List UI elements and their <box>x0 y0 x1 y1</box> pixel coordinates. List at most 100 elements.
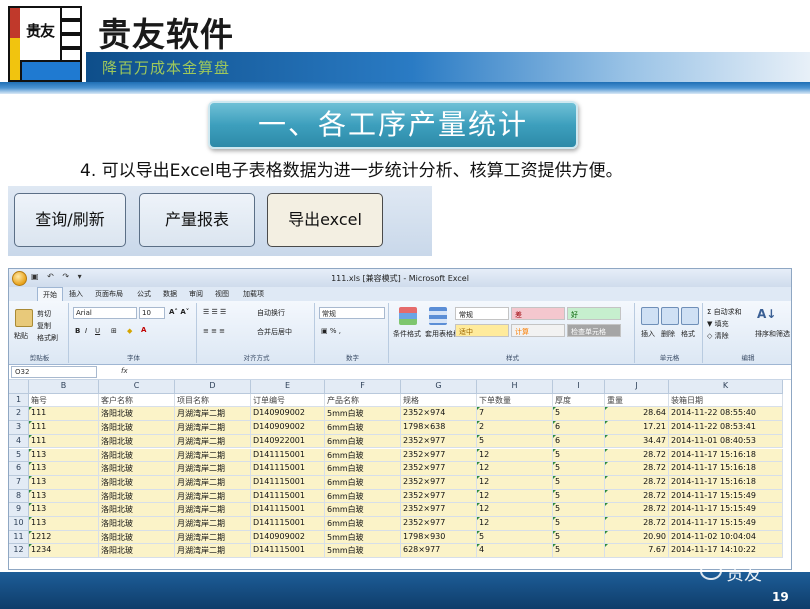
table-cell[interactable]: 2014-11-01 08:40:53 <box>669 434 783 449</box>
sort-filter-button[interactable]: 排序和筛选 <box>755 329 790 339</box>
table-cell[interactable]: 2014-11-22 08:55:40 <box>669 407 783 422</box>
table-cell[interactable]: 113 <box>29 517 99 531</box>
table-cell[interactable]: 5 <box>477 434 553 449</box>
table-cell[interactable]: 洛阳北玻 <box>99 421 175 435</box>
row-number[interactable]: 3 <box>9 421 29 435</box>
table-cell[interactable]: 111 <box>29 407 99 422</box>
table-cell[interactable]: D141115001 <box>251 462 325 476</box>
field-name-cell[interactable]: 下单数量 <box>477 393 553 408</box>
border-icon[interactable]: ⊞ <box>111 327 117 335</box>
table-cell[interactable]: 1234 <box>29 544 99 559</box>
table-cell[interactable]: 6mm白玻 <box>325 448 401 463</box>
table-cell[interactable]: D140922001 <box>251 434 325 449</box>
table-cell[interactable]: 月湖湾岸二期 <box>175 475 251 490</box>
table-cell[interactable]: 28.72 <box>605 517 669 531</box>
table-cell[interactable]: 12 <box>477 489 553 504</box>
cut-button[interactable]: 剪切 <box>37 309 51 319</box>
field-name-cell[interactable]: 项目名称 <box>175 393 251 408</box>
table-cell[interactable]: 5 <box>477 530 553 545</box>
table-cell[interactable]: 5 <box>553 489 605 504</box>
table-cell[interactable]: 28.72 <box>605 489 669 504</box>
table-cell[interactable]: 月湖湾岸二期 <box>175 544 251 559</box>
column-header[interactable]: G <box>401 380 477 394</box>
merge-center-button[interactable]: 合并后居中 <box>257 327 292 337</box>
table-cell[interactable]: D141115001 <box>251 475 325 490</box>
row-number[interactable]: 1 <box>9 393 29 408</box>
table-cell[interactable]: D141115001 <box>251 489 325 504</box>
row-number[interactable]: 4 <box>9 434 29 449</box>
fill-color-icon[interactable]: ◆ <box>127 327 132 335</box>
table-cell[interactable]: 2014-11-17 15:15:49 <box>669 489 783 504</box>
table-cell[interactable]: 5 <box>553 462 605 476</box>
align-left-icon[interactable]: ≡ ≡ ≡ <box>203 327 225 335</box>
table-cell[interactable]: 5 <box>553 475 605 490</box>
table-cell[interactable]: 月湖湾岸二期 <box>175 462 251 476</box>
table-cell[interactable]: 113 <box>29 475 99 490</box>
table-cell[interactable]: 2352×974 <box>401 407 477 422</box>
number-format-select[interactable]: 常规 <box>319 307 385 319</box>
table-cell[interactable]: 2014-11-17 15:15:49 <box>669 503 783 517</box>
table-cell[interactable]: 2014-11-17 15:16:18 <box>669 462 783 476</box>
table-cell[interactable]: 20.90 <box>605 530 669 545</box>
table-cell[interactable]: 月湖湾岸二期 <box>175 517 251 531</box>
bold-button[interactable]: B <box>75 327 80 335</box>
table-cell[interactable]: 628×977 <box>401 544 477 559</box>
table-cell[interactable]: 6mm白玻 <box>325 489 401 504</box>
tab-page-layout[interactable]: 页面布局 <box>95 289 123 299</box>
tab-addins[interactable]: 加载项 <box>243 289 264 299</box>
table-cell[interactable]: 月湖湾岸二期 <box>175 421 251 435</box>
table-cell[interactable]: 洛阳北玻 <box>99 475 175 490</box>
insert-cells-icon[interactable] <box>641 307 659 325</box>
row-number[interactable]: 2 <box>9 407 29 422</box>
table-cell[interactable]: 2352×977 <box>401 462 477 476</box>
table-cell[interactable]: 28.72 <box>605 503 669 517</box>
field-name-cell[interactable]: 厚度 <box>553 393 605 408</box>
table-cell[interactable]: 洛阳北玻 <box>99 448 175 463</box>
field-name-cell[interactable]: 箱号 <box>29 393 99 408</box>
column-header[interactable]: C <box>99 380 175 394</box>
format-cells-button[interactable]: 格式 <box>681 329 695 339</box>
tab-home[interactable]: 开始 <box>37 287 63 301</box>
underline-button[interactable]: U <box>95 327 100 335</box>
table-cell[interactable]: 月湖湾岸二期 <box>175 448 251 463</box>
select-all-corner[interactable] <box>9 380 29 394</box>
production-report-button[interactable]: 产量报表 <box>139 193 255 247</box>
name-box[interactable]: O32 <box>11 366 97 378</box>
fx-icon[interactable]: fx <box>121 367 128 375</box>
table-cell[interactable]: 12 <box>477 448 553 463</box>
table-cell[interactable]: 2014-11-17 15:16:18 <box>669 475 783 490</box>
column-header[interactable]: B <box>29 380 99 394</box>
tab-data[interactable]: 数据 <box>163 289 177 299</box>
table-cell[interactable]: 12 <box>477 517 553 531</box>
table-cell[interactable]: 113 <box>29 503 99 517</box>
autosum-button[interactable]: Σ 自动求和 <box>707 307 742 317</box>
conditional-format-button[interactable]: 条件格式 <box>393 329 421 339</box>
tab-formulas[interactable]: 公式 <box>137 289 151 299</box>
table-cell[interactable]: D140909002 <box>251 530 325 545</box>
format-cells-icon[interactable] <box>681 307 699 325</box>
table-cell[interactable]: 5 <box>553 503 605 517</box>
field-name-cell[interactable]: 重量 <box>605 393 669 408</box>
table-cell[interactable]: 6mm白玻 <box>325 462 401 476</box>
italic-button[interactable]: I <box>85 327 87 335</box>
field-name-cell[interactable]: 装箱日期 <box>669 393 783 408</box>
table-cell[interactable]: 6 <box>553 421 605 435</box>
table-cell[interactable]: 洛阳北玻 <box>99 489 175 504</box>
query-refresh-button[interactable]: 查询/刷新 <box>14 193 126 247</box>
table-cell[interactable]: 洛阳北玻 <box>99 530 175 545</box>
table-cell[interactable]: 2014-11-17 14:10:22 <box>669 544 783 559</box>
table-cell[interactable]: 12 <box>477 503 553 517</box>
column-header[interactable]: I <box>553 380 605 394</box>
table-cell[interactable]: 6mm白玻 <box>325 517 401 531</box>
row-number[interactable]: 6 <box>9 462 29 476</box>
export-excel-button[interactable]: 导出excel <box>267 193 383 247</box>
table-cell[interactable]: 2 <box>477 421 553 435</box>
table-cell[interactable]: 12 <box>477 475 553 490</box>
table-cell[interactable]: 4 <box>477 544 553 559</box>
table-cell[interactable]: 2014-11-17 15:16:18 <box>669 448 783 463</box>
table-cell[interactable]: 洛阳北玻 <box>99 462 175 476</box>
copy-button[interactable]: 复制 <box>37 321 51 331</box>
percent-icon[interactable]: ▣ % , <box>321 327 341 335</box>
table-cell[interactable]: 洛阳北玻 <box>99 517 175 531</box>
column-header[interactable]: E <box>251 380 325 394</box>
